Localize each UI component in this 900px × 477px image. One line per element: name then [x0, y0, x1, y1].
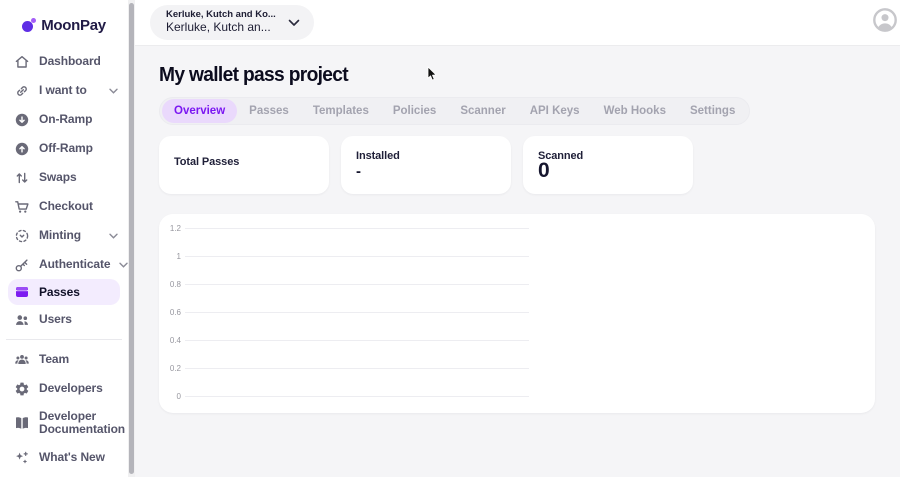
- users-icon: [14, 312, 30, 328]
- book-icon: [14, 415, 30, 431]
- minting-circle-icon: [14, 228, 30, 244]
- tab-api-keys[interactable]: API Keys: [518, 99, 592, 123]
- sidebar-nav: Dashboard I want to On-Ramp Off-Ramp Swa…: [0, 44, 129, 477]
- cart-icon: [14, 199, 30, 215]
- sidebar-item-on-ramp[interactable]: On-Ramp: [0, 105, 128, 134]
- project-selector-project: Kerluke, Kutch an...: [166, 20, 271, 35]
- stat-card-total-passes: Total Passes: [159, 136, 329, 194]
- gridline: [185, 339, 529, 341]
- sidebar-item-team[interactable]: Team: [0, 345, 128, 374]
- gridline: [185, 255, 529, 257]
- sidebar-item-support[interactable]: Support: [0, 472, 128, 477]
- moonpay-logo-icon: [22, 18, 37, 32]
- user-avatar[interactable]: [873, 8, 897, 32]
- y-axis-tick: 1.2: [169, 223, 181, 233]
- sidebar-item-checkout[interactable]: Checkout: [0, 192, 128, 221]
- sidebar-item-label: Developer Documentation: [39, 409, 126, 436]
- gridline: [185, 311, 529, 313]
- sidebar-item-label: Users: [39, 312, 72, 326]
- sidebar-item-i-want-to[interactable]: I want to: [0, 76, 128, 105]
- sidebar-scrollbar-thumb[interactable]: [129, 3, 134, 474]
- sidebar-item-label: Checkout: [39, 199, 93, 213]
- sidebar-item-label: Minting: [39, 228, 81, 242]
- arrow-up-circle-icon: [14, 141, 30, 157]
- main-area: Kerluke, Kutch and Ko... Kerluke, Kutch …: [135, 0, 900, 477]
- page-title: My wallet pass project: [159, 64, 349, 86]
- tab-passes[interactable]: Passes: [237, 99, 301, 123]
- tab-templates[interactable]: Templates: [301, 99, 381, 123]
- chevron-down-icon: [109, 88, 118, 94]
- tab-web-hooks[interactable]: Web Hooks: [592, 99, 678, 123]
- y-axis-tick: 0.2: [169, 363, 181, 373]
- key-icon: [14, 257, 30, 273]
- chevron-down-icon: [109, 233, 118, 239]
- moonpay-logo[interactable]: MoonPay: [0, 0, 128, 44]
- sidebar-item-swaps[interactable]: Swaps: [0, 163, 128, 192]
- gridline: [185, 395, 529, 397]
- tab-policies[interactable]: Policies: [381, 99, 448, 123]
- sidebar-item-off-ramp[interactable]: Off-Ramp: [0, 134, 128, 163]
- link-icon: [14, 83, 30, 99]
- sidebar-item-label: Off-Ramp: [39, 141, 93, 155]
- gridline: [185, 227, 529, 229]
- swap-arrows-icon: [14, 170, 30, 186]
- sidebar-item-label: Authenticate: [39, 257, 111, 271]
- stat-label: Scanned: [538, 150, 584, 162]
- top-header: Kerluke, Kutch and Ko... Kerluke, Kutch …: [135, 0, 900, 46]
- y-axis-tick: 1: [176, 251, 181, 261]
- stat-label: Total Passes: [174, 156, 240, 168]
- brand-name: MoonPay: [41, 16, 106, 34]
- sidebar-item-dashboard[interactable]: Dashboard: [0, 47, 128, 76]
- stat-cards: Total Passes Installed - Scanned 0: [159, 136, 900, 194]
- sidebar-item-label: Passes: [39, 284, 80, 299]
- sidebar-item-label: Developers: [39, 381, 103, 395]
- gridline: [185, 283, 529, 285]
- sidebar-scrollbar[interactable]: [128, 0, 135, 477]
- home-icon: [14, 54, 30, 70]
- sidebar-item-minting[interactable]: Minting: [0, 221, 128, 250]
- stat-card-installed: Installed -: [341, 136, 511, 194]
- sidebar-item-passes[interactable]: Passes: [8, 279, 120, 305]
- stat-card-scanned: Scanned 0: [523, 136, 693, 194]
- stat-label: Installed: [356, 150, 400, 162]
- tab-scanner[interactable]: Scanner: [448, 99, 517, 123]
- moonpay-dashboard: MoonPay Dashboard I want to On-Ramp Off-…: [0, 0, 900, 477]
- sidebar-item-whats-new[interactable]: What's New: [0, 443, 128, 472]
- sidebar-item-users[interactable]: Users: [0, 305, 128, 334]
- gear-icon: [14, 381, 30, 397]
- sidebar: MoonPay Dashboard I want to On-Ramp Off-…: [0, 0, 129, 477]
- tab-bar: Overview Passes Templates Policies Scann…: [159, 97, 751, 125]
- y-axis-tick: 0.4: [169, 335, 181, 345]
- chevron-down-icon: [288, 19, 300, 27]
- wallet-icon: [14, 284, 30, 300]
- passes-activity-chart: 1.2 1 0.8 0.6 0.4 0.2 0: [159, 214, 875, 413]
- sidebar-item-developers[interactable]: Developers: [0, 374, 128, 403]
- sidebar-item-label: On-Ramp: [39, 112, 93, 126]
- sidebar-item-label: Swaps: [39, 170, 77, 184]
- arrow-down-circle-icon: [14, 112, 30, 128]
- stat-value: 0: [538, 159, 550, 182]
- sidebar-item-label: I want to: [39, 83, 87, 97]
- project-selector[interactable]: Kerluke, Kutch and Ko... Kerluke, Kutch …: [150, 5, 314, 40]
- sidebar-item-authenticate[interactable]: Authenticate: [0, 250, 129, 279]
- tab-settings[interactable]: Settings: [678, 99, 747, 123]
- sidebar-item-label: Team: [39, 352, 70, 366]
- y-axis-tick: 0: [176, 391, 181, 401]
- sidebar-item-label: Dashboard: [39, 54, 101, 68]
- sidebar-item-label: What's New: [39, 450, 105, 464]
- page-content: My wallet pass project Overview Passes T…: [135, 47, 900, 477]
- tab-overview[interactable]: Overview: [162, 99, 238, 123]
- y-axis-tick: 0.8: [169, 279, 181, 289]
- sidebar-divider: [6, 339, 122, 340]
- gridline: [185, 367, 529, 369]
- stat-value: -: [356, 163, 361, 180]
- sparkles-icon: [14, 450, 30, 466]
- team-icon: [14, 352, 30, 368]
- sidebar-item-developer-documentation[interactable]: Developer Documentation: [0, 403, 128, 443]
- y-axis-tick: 0.6: [169, 307, 181, 317]
